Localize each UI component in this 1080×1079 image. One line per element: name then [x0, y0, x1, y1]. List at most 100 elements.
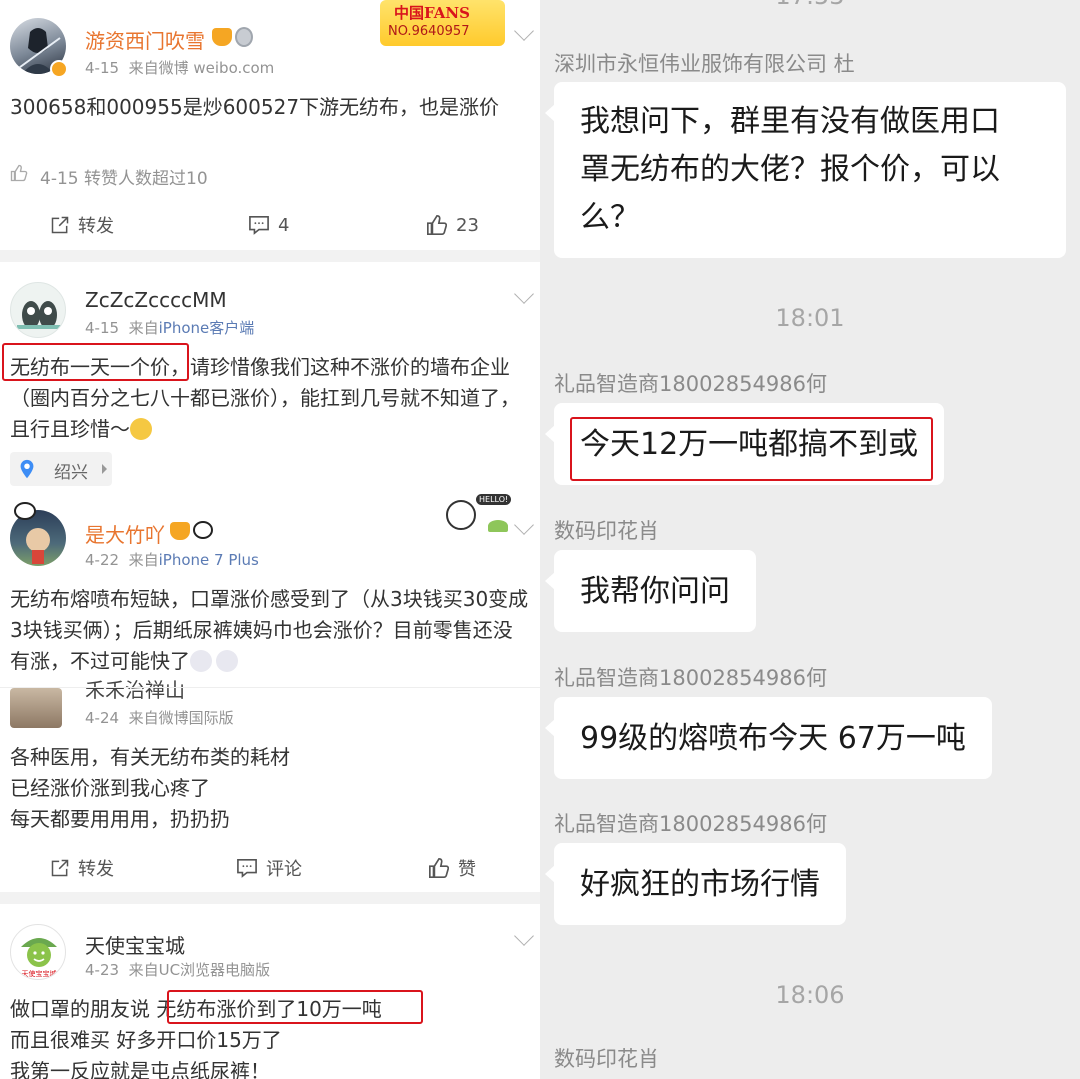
message-sender: 数码印花肖	[554, 519, 659, 543]
comment-date: 4-22	[85, 551, 120, 569]
comment-meta: 4-24 来自微博国际版	[85, 707, 234, 728]
message-bubble[interactable]: 我帮你问问	[545, 550, 756, 632]
weibo-post-1[interactable]: 游资西门吹雪 中国FANS NO.9640957 4-15 来自微博 weibo…	[0, 0, 540, 250]
post-source[interactable]: iPhone客户端	[159, 319, 255, 337]
username[interactable]: 是大竹吖	[85, 519, 165, 548]
message-sender: 深圳市永恒伟业服饰有限公司 杜	[554, 52, 855, 76]
highlight-box	[167, 990, 423, 1024]
comment-text: 各种医用，有关无纺布类的耗材 已经涨价涨到我心疼了 每天都要用用用，扔扔扔	[10, 742, 530, 835]
comment-source-prefix: 来自	[128, 709, 159, 727]
verified-badge-icon	[50, 60, 68, 78]
like-button[interactable]: 23	[426, 203, 479, 247]
repost-button[interactable]: 转发	[50, 846, 114, 890]
message-sender: 礼品智造商18002854986何	[554, 812, 827, 836]
crown-badge-icon	[212, 28, 232, 46]
comment-source: 微博国际版	[158, 709, 234, 727]
location-tag[interactable]: 绍兴	[10, 452, 112, 486]
message-line: 我想问下，群里有没有做医用口	[580, 104, 1000, 139]
comment-button[interactable]: 4	[248, 203, 289, 247]
chat-timestamp: 17:53	[540, 0, 1080, 10]
panda-icon	[193, 521, 213, 539]
message-bubble[interactable]: 好疯狂的市场行情	[545, 843, 846, 925]
plant-icon	[488, 520, 508, 532]
repost-icon	[51, 216, 69, 234]
post-meta: 4-23 来自UC浏览器电脑版	[85, 959, 270, 980]
username[interactable]: 天使宝宝城	[85, 930, 185, 959]
action-bar: 转发 4 23	[0, 203, 540, 247]
post-text: 300658和000955是炒600527下游无纺布，也是涨价	[10, 95, 500, 119]
comment-date: 4-24	[85, 709, 120, 727]
location-pin-icon	[20, 459, 34, 479]
screenshot-stage: 游资西门吹雪 中国FANS NO.9640957 4-15 来自微博 weibo…	[0, 0, 1080, 1079]
comment-icon	[237, 859, 257, 878]
message-text: 我帮你问问	[580, 574, 730, 609]
username[interactable]: 游资西门吹雪	[85, 25, 205, 54]
chevron-down-icon[interactable]	[514, 284, 534, 304]
username[interactable]: ZcZcZccccMM	[85, 288, 227, 312]
crown-badge-icon	[170, 522, 190, 540]
message-line: 么？	[580, 200, 640, 235]
message-text: 99级的熔喷布今天 67万一吨	[580, 721, 966, 756]
post-line-prefix: 做口罩的朋友说	[10, 997, 157, 1021]
post-source-prefix: 来自	[128, 961, 159, 979]
chat-timestamp: 18:01	[775, 304, 845, 332]
emoji-icon	[216, 650, 238, 672]
post-date: 4-23	[85, 961, 120, 979]
divider	[0, 687, 540, 688]
avatar[interactable]	[10, 282, 66, 338]
post-source: weibo.com	[193, 59, 275, 77]
avatar[interactable]: 天使宝宝城	[10, 924, 66, 980]
post-source-prefix: 来自微博	[128, 59, 189, 77]
wechat-chat: 17:53 深圳市永恒伟业服饰有限公司 杜 我想问下，群里有没有做医用口 罩无纺…	[540, 0, 1080, 1079]
comment-line: 各种医用，有关无纺布类的耗材	[10, 745, 290, 769]
message-text: 好疯狂的市场行情	[580, 867, 820, 902]
message-sender: 礼品智造商18002854986何	[554, 666, 827, 690]
chat-timestamp: 18:06	[775, 981, 845, 1009]
comment-item-2[interactable]: 禾禾治禅山 4-24 来自微博国际版 各种医用，有关无纺布类的耗材 已经涨价涨到…	[0, 678, 540, 844]
action-bar: 转发 评论 赞	[0, 846, 540, 890]
repost-label: 转发	[78, 216, 114, 237]
username[interactable]: 禾禾治禅山	[85, 674, 185, 703]
message-bubble[interactable]: 我想问下，群里有没有做医用口 罩无纺布的大佬？报个价，可以 么？	[545, 82, 1066, 258]
post-source: UC浏览器电脑版	[158, 961, 271, 979]
weibo-post-2[interactable]: ZcZcZccccMM 4-15 来自iPhone客户端 无纺布一天一个价，请珍…	[0, 262, 540, 892]
emoji-icon	[130, 418, 152, 440]
panda-icon	[14, 502, 36, 520]
highlight-box	[570, 417, 933, 481]
like-summary-text: 转赞人数超过10	[84, 169, 208, 189]
message-sender: 礼品智造商18002854986何	[554, 372, 827, 396]
comment-button[interactable]: 评论	[236, 846, 302, 890]
fans-badge-number: NO.9640957	[388, 24, 470, 39]
repost-button[interactable]: 转发	[50, 203, 114, 247]
comment-source[interactable]: iPhone 7 Plus	[159, 551, 259, 569]
like-button[interactable]: 赞	[428, 846, 476, 890]
message-bubble[interactable]: 99级的熔喷布今天 67万一吨	[545, 697, 992, 779]
panda-hello-sticker: HELLO!	[444, 494, 516, 538]
comment-source-prefix: 来自	[128, 551, 159, 569]
panda-icon	[446, 500, 476, 530]
chevron-down-icon[interactable]	[514, 21, 534, 41]
post-date: 4-15	[85, 319, 120, 337]
chevron-down-icon[interactable]	[514, 515, 534, 535]
message-sender: 数码印花肖	[554, 1047, 659, 1071]
comment-line: 已经涨价涨到我心疼了	[10, 776, 210, 800]
fans-badge-title: 中国FANS	[394, 4, 470, 22]
thumbs-up-icon	[429, 858, 450, 878]
weibo-feed: 游资西门吹雪 中国FANS NO.9640957 4-15 来自微博 weibo…	[0, 0, 540, 1079]
location-label: 绍兴	[54, 463, 88, 483]
hello-label: HELLO!	[476, 494, 512, 505]
like-count: 23	[456, 214, 479, 236]
chevron-down-icon[interactable]	[514, 926, 534, 946]
post-line: 而且很难买 好多开口价15万了	[10, 1028, 282, 1052]
like-label: 赞	[458, 859, 476, 880]
comment-item-1[interactable]: 是大竹吖 HELLO! 4-22 来自iPhone 7 Plus 无纺布熔喷布短…	[0, 494, 540, 684]
comment-text-body: 无纺布熔喷布短缺，口罩涨价感受到了（从3块钱买30变成3块钱买俩）；后期纸尿裤姨…	[10, 587, 529, 673]
fans-badge: 中国FANS NO.9640957	[380, 0, 505, 46]
repost-label: 转发	[78, 859, 114, 880]
comment-count: 4	[278, 214, 290, 236]
comment-meta: 4-22 来自iPhone 7 Plus	[85, 549, 259, 570]
weibo-post-3[interactable]: 天使宝宝城 天使宝宝城 4-23 来自UC浏览器电脑版 做口罩的朋友说 无纺布涨…	[0, 904, 540, 1079]
avatar[interactable]	[10, 688, 62, 728]
emoji-icon	[190, 650, 212, 672]
post-source-prefix: 来自	[128, 319, 159, 337]
